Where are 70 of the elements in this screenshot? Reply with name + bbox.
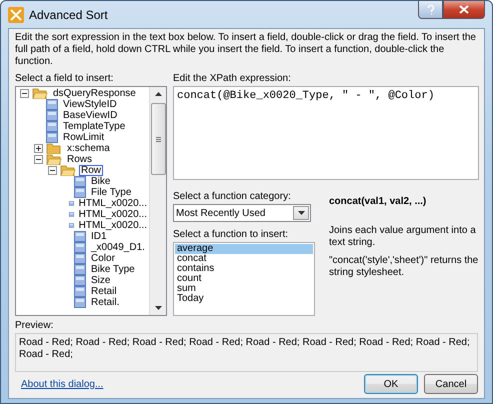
folder-icon xyxy=(32,88,48,99)
close-button[interactable] xyxy=(443,1,485,19)
collapse-icon[interactable] xyxy=(48,166,57,175)
folder-icon xyxy=(46,154,62,165)
field-icon xyxy=(74,264,86,275)
window-title: Advanced Sort xyxy=(29,8,108,22)
category-dropdown[interactable]: Most Recently Used xyxy=(173,204,311,222)
tree-item[interactable]: RowLimit xyxy=(61,132,106,143)
category-label: Select a function category: xyxy=(173,190,292,203)
field-icon xyxy=(46,99,58,110)
function-item[interactable]: Today xyxy=(175,294,313,304)
function-signature: concat(val1, val2, ...) xyxy=(329,196,428,207)
ok-button[interactable]: OK xyxy=(364,374,418,394)
collapse-icon[interactable] xyxy=(20,89,29,98)
tree-item[interactable]: dsQueryResponse xyxy=(51,88,138,99)
scroll-down-icon[interactable] xyxy=(154,306,162,310)
field-icon xyxy=(74,253,86,264)
field-icon xyxy=(74,242,86,253)
tree-item[interactable]: Retail. xyxy=(89,297,122,308)
tree-item[interactable]: ViewStyleID xyxy=(61,99,119,110)
field-tree-label: Select a field to insert: xyxy=(15,72,114,85)
xpath-label: Edit the XPath expression: xyxy=(173,72,292,85)
tree-item[interactable]: TemplateType xyxy=(61,121,128,132)
folder-icon xyxy=(46,143,62,154)
function-example: "concat('style','sheet')" returns the string stylesheet. xyxy=(329,255,479,279)
function-item[interactable]: average xyxy=(175,244,313,254)
function-item[interactable]: sum xyxy=(175,284,313,294)
scrollbar[interactable] xyxy=(149,87,166,315)
instructions-text: Edit the sort expression in the text box below. To insert a field, double-click or drag the field. To insert the full path of a field, hold down CTRL while you insert the field. To insert a function, double-click the function. xyxy=(15,32,477,68)
field-icon xyxy=(46,132,58,143)
function-item[interactable]: count xyxy=(175,274,313,284)
tree-item[interactable]: Retail xyxy=(89,286,119,297)
about-link[interactable]: About this dialog... xyxy=(21,378,104,390)
tree-item[interactable]: Color xyxy=(89,253,117,264)
tree-item[interactable]: Bike Type xyxy=(89,264,137,275)
tree-item[interactable]: Bike xyxy=(89,176,112,187)
field-icon xyxy=(74,286,86,297)
expand-icon[interactable] xyxy=(34,144,43,153)
help-button[interactable] xyxy=(418,1,443,19)
tree-item[interactable]: Rows xyxy=(65,154,94,165)
tree-item[interactable]: HTML_x0020... xyxy=(76,198,149,209)
tree-item[interactable]: Row xyxy=(79,165,104,176)
function-item[interactable]: contains xyxy=(175,264,313,274)
tree-item[interactable]: x:schema xyxy=(65,143,112,154)
function-item[interactable]: concat xyxy=(175,254,313,264)
xpath-input[interactable]: concat(@Bike_x0020_Type, " - ", @Color) xyxy=(173,86,479,180)
function-description: Joins each value argument into a text string. xyxy=(329,225,477,249)
field-icon xyxy=(74,275,86,286)
field-icon xyxy=(74,297,86,308)
dropdown-icon[interactable] xyxy=(298,211,304,215)
tree-item[interactable]: HTML_x0020... xyxy=(76,220,149,231)
tree-item[interactable]: File Type xyxy=(89,187,134,198)
collapse-icon[interactable] xyxy=(34,155,43,164)
folder-icon xyxy=(60,165,76,176)
functions-label: Select a function to insert: xyxy=(173,228,290,241)
tree-item[interactable]: Size xyxy=(89,275,112,286)
cancel-button[interactable]: Cancel xyxy=(424,374,478,394)
field-icon xyxy=(46,121,58,132)
tree-item[interactable]: BaseViewID xyxy=(61,110,120,121)
tools-icon xyxy=(8,6,24,22)
field-icon xyxy=(74,176,86,187)
scrollbar-thumb[interactable] xyxy=(150,103,166,175)
tree-item[interactable]: _x0049_D1. xyxy=(89,242,147,253)
close-icon[interactable] xyxy=(459,5,469,14)
field-icon xyxy=(46,110,58,121)
tree-item[interactable]: ID1 xyxy=(89,231,109,242)
preview-box: Road - Red; Road - Red; Road - Red; Road - Red; Road - Red; Road - Red; Road - Red; Road - Red; Road - Red; xyxy=(15,333,478,372)
scroll-up-icon[interactable] xyxy=(154,92,162,96)
tree-item[interactable]: HTML_x0020... xyxy=(76,209,149,220)
preview-label: Preview: xyxy=(15,319,54,332)
